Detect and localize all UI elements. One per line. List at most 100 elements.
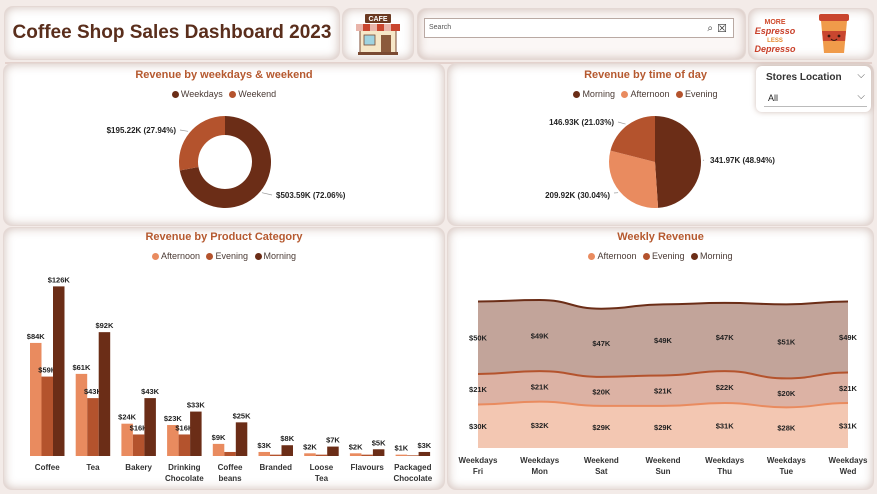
x-tick-label: beans: [218, 474, 242, 483]
chevron-down-icon[interactable]: ⌵: [857, 70, 865, 81]
bar-data-label: $3K: [417, 441, 431, 450]
x-tick-label: Wed: [840, 467, 857, 476]
stores-location-slicer[interactable]: Stores Location ⌵ All ⌵: [756, 66, 871, 112]
dashboard-title: Coffee Shop Sales Dashboard 2023: [12, 22, 332, 43]
bar-data-label: $8K: [280, 434, 294, 443]
bar-data-label: $3K: [257, 441, 271, 450]
x-tick-label: Sat: [595, 467, 608, 476]
bar-data-label: $61K: [72, 363, 91, 372]
data-label: 209.92K (30.04%): [545, 191, 610, 200]
x-tick-label: Loose: [310, 463, 334, 472]
x-tick-label: Branded: [260, 463, 293, 472]
bar-data-label: $126K: [48, 275, 71, 284]
weekday-weekend-chart-card: Revenue by weekdays & weekend Weekdays W…: [4, 64, 444, 225]
x-tick-label: Weekdays: [520, 456, 560, 465]
bar-data-label: $2K: [303, 442, 317, 451]
stacked-area-chart: $30K $32K $29K $29K $31K $28K $31K $21K $21K $20K…: [459, 298, 868, 476]
bar-data-label: $84K: [27, 332, 46, 341]
area-data-label: $50K: [469, 334, 488, 343]
area-data-label: $30K: [469, 422, 488, 431]
area-data-label: $22K: [716, 383, 735, 392]
search-icon[interactable]: ⌕: [707, 23, 713, 34]
bar-evening: [41, 376, 53, 456]
area-data-label: $49K: [654, 336, 673, 345]
x-tick-label: Weekdays: [459, 456, 499, 465]
bar-afternoon: [212, 443, 225, 456]
x-tick-label: Coffee: [218, 463, 243, 472]
bar-data-label: $43K: [141, 387, 160, 396]
weekly-revenue-chart-card: Weekly Revenue Afternoon Evening Morning…: [448, 228, 873, 489]
area-data-label: $29K: [592, 423, 611, 432]
pie-slice-weekend: [178, 116, 225, 171]
bar-data-label: $24K: [118, 413, 137, 422]
bar-afternoon: [395, 454, 408, 456]
pie-slice-morning: [655, 116, 702, 208]
x-tick-label: Chocolate: [165, 474, 204, 483]
bar-morning: [190, 411, 202, 456]
bar-evening: [87, 398, 99, 456]
bar-morning: [281, 445, 293, 456]
bar-morning: [327, 446, 339, 456]
area-data-label: $31K: [716, 422, 735, 431]
cafe-sign-text: CAFE: [368, 16, 387, 23]
bar-morning: [235, 422, 248, 456]
x-tick-label: Sun: [655, 467, 670, 476]
data-label: $503.59K (72.06%): [276, 191, 346, 200]
x-tick-label: Weekend: [584, 456, 619, 465]
x-tick-label: Tue: [780, 467, 794, 476]
area-data-label: $32K: [531, 421, 550, 430]
product-category-chart-card: Revenue by Product Category Afternoon Ev…: [4, 228, 444, 489]
chevron-down-icon[interactable]: ⌵: [857, 91, 865, 102]
x-tick-label: Flavours: [350, 463, 384, 472]
leader-line: [617, 121, 626, 125]
espresso-text-depresso: Depresso: [754, 44, 796, 54]
donut-chart: $503.59K (72.06%) $195.22K (27.94%): [107, 116, 346, 208]
data-label: 146.93K (21.03%): [549, 118, 614, 127]
bar-evening: [315, 454, 328, 456]
espresso-graphic: MORE Espresso LESS Depresso: [754, 14, 849, 54]
bar-morning: [144, 398, 156, 456]
bar-data-label: $33K: [187, 401, 206, 410]
x-tick-label: Coffee: [35, 463, 60, 472]
area-data-label: $49K: [531, 332, 550, 341]
cafe-logo-card: CAFE: [343, 9, 413, 59]
search-card: Search ⌕ ☒: [418, 9, 745, 59]
slicer-title: Stores Location: [766, 72, 842, 83]
x-tick-label: Weekend: [646, 456, 681, 465]
search-input[interactable]: Search ⌕ ☒: [424, 18, 734, 38]
bar-evening: [224, 451, 236, 456]
bar-evening: [407, 455, 419, 456]
close-icon[interactable]: ☒: [717, 22, 727, 35]
area-data-label: $21K: [839, 384, 858, 393]
bar-morning: [98, 332, 111, 456]
x-tick-label: Thu: [717, 467, 732, 476]
x-tick-label: Drinking: [168, 463, 201, 472]
slicer-dropdown[interactable]: All ⌵: [764, 89, 867, 107]
leader-line: [261, 192, 273, 196]
bar-chart: $84K$59K$126KCoffee$61K$43K$92KTea$24K$1…: [27, 275, 433, 483]
leader-line: [179, 129, 189, 132]
x-tick-label: Weekdays: [705, 456, 745, 465]
bar-afternoon: [30, 342, 42, 456]
bar-data-label: $9K: [212, 433, 226, 442]
cafe-storefront-icon: CAFE: [356, 14, 400, 55]
area-data-label: $31K: [839, 422, 858, 431]
bar-morning: [53, 286, 65, 456]
bar-evening: [178, 434, 191, 456]
bar-evening: [361, 454, 373, 456]
title-card: Coffee Shop Sales Dashboard 2023: [5, 7, 339, 59]
bar-morning: [418, 451, 431, 456]
x-tick-label: Bakery: [125, 463, 152, 472]
espresso-text-more: MORE: [765, 19, 786, 26]
data-label: 341.97K (48.94%): [710, 156, 775, 165]
data-label: $195.22K (27.94%): [107, 126, 177, 135]
x-tick-label: Weekdays: [767, 456, 807, 465]
x-tick-label: Fri: [473, 467, 483, 476]
x-tick-label: Tea: [315, 474, 329, 483]
area-data-label: $21K: [531, 382, 550, 391]
area-data-label: $49K: [839, 333, 858, 342]
x-tick-label: Tea: [86, 463, 100, 472]
bar-data-label: $7K: [326, 436, 340, 445]
x-tick-label: Packaged: [394, 463, 431, 472]
bar-data-label: $1K: [394, 444, 408, 453]
